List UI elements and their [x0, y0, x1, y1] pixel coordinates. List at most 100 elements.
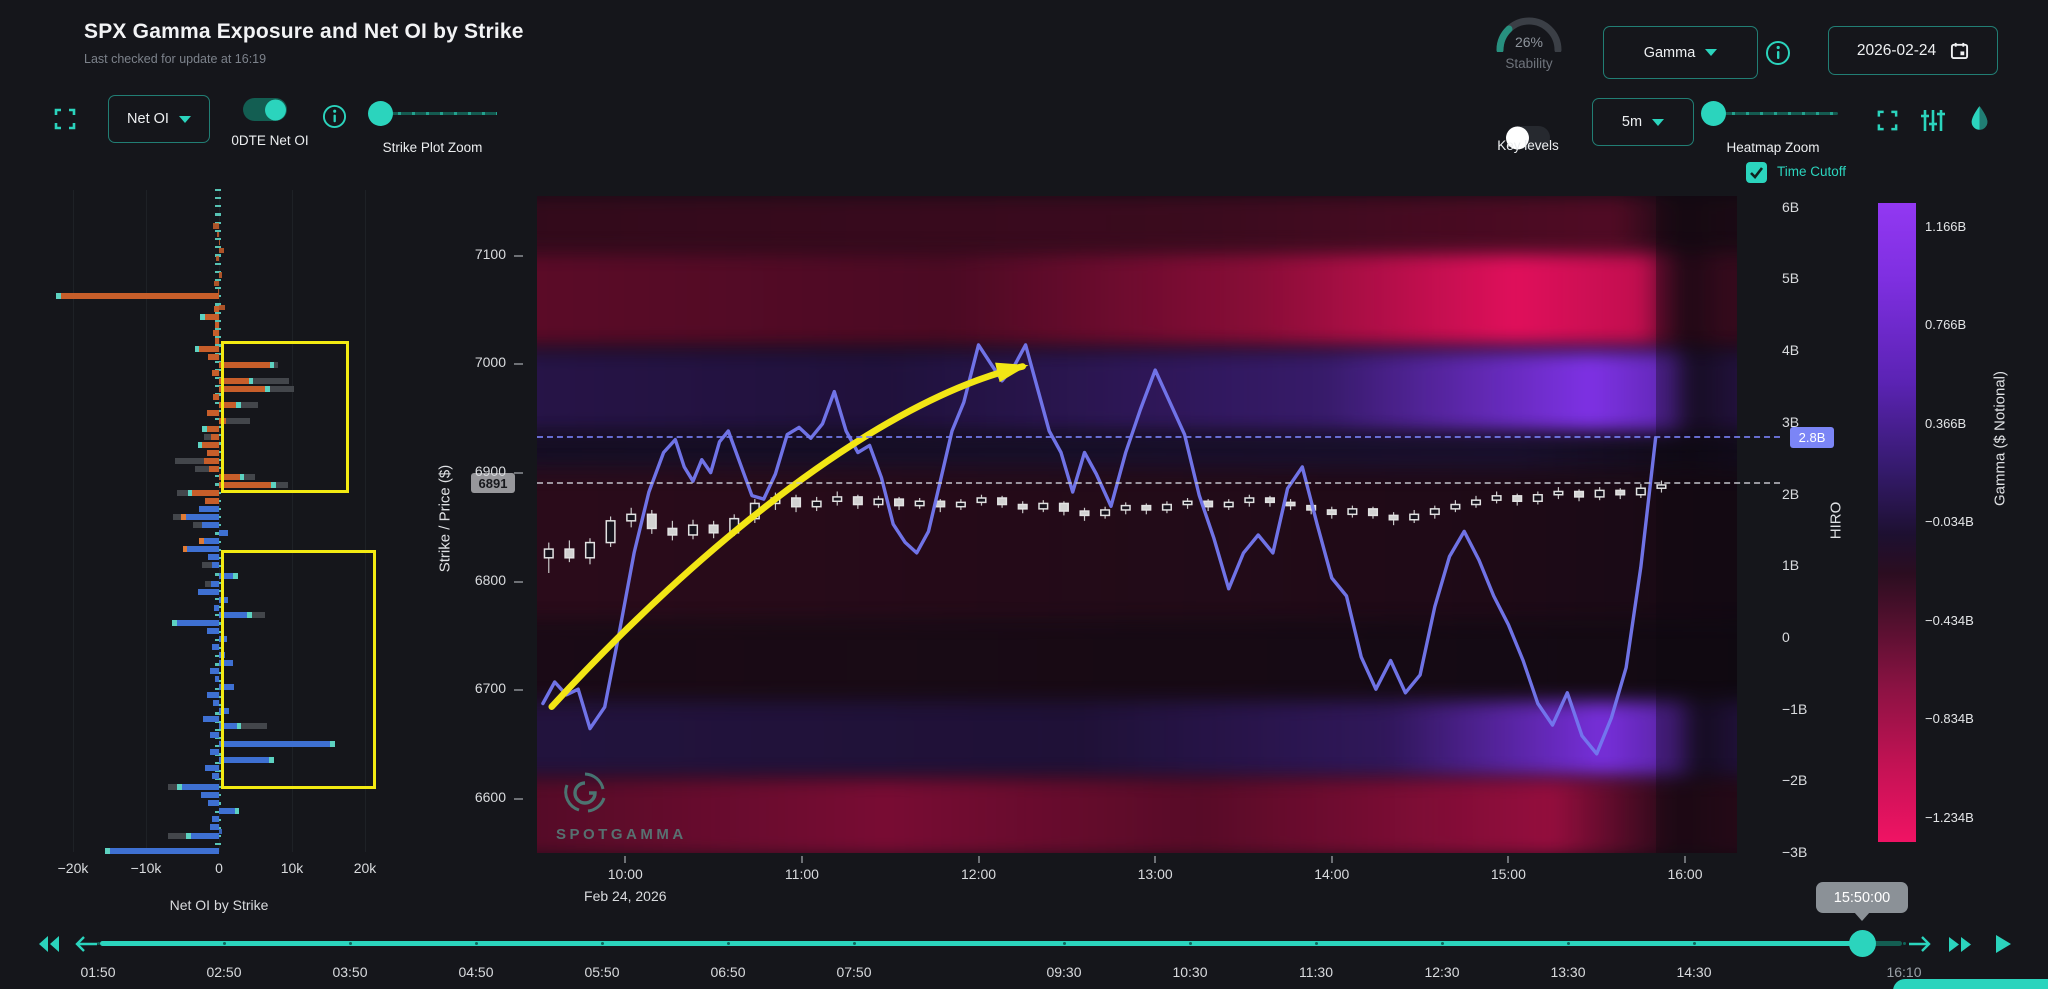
- metric-info-icon[interactable]: [1765, 40, 1791, 66]
- fast-forward-icon[interactable]: [1948, 936, 1974, 953]
- timeline-tick-dot: [96, 942, 100, 945]
- date-value: 2026-02-24: [1856, 41, 1937, 59]
- rewind-icon[interactable]: [38, 935, 60, 953]
- heatmap-zoom-label: Heatmap Zoom: [1726, 140, 1820, 155]
- strike-info-icon[interactable]: [322, 104, 347, 129]
- candle-body: [1367, 508, 1379, 517]
- candle-body: [1079, 510, 1090, 517]
- calendar-icon: [1951, 42, 1969, 60]
- netoi-bar: [203, 458, 219, 464]
- netoi-tick-label: 20k: [353, 860, 377, 876]
- netoi-zero-tick: [215, 188, 221, 192]
- timeline-tick-label: 11:30: [1299, 964, 1333, 980]
- netoi-bar: [213, 394, 219, 400]
- candle-body: [1038, 502, 1049, 510]
- price-tick-mark: [514, 798, 523, 801]
- time-cutoff-checkbox[interactable]: [1746, 162, 1767, 183]
- chevron-down-icon: [1652, 118, 1665, 126]
- interval-dropdown[interactable]: 5m: [1592, 98, 1694, 146]
- netoi-bar: [219, 828, 223, 834]
- strike-plot-zoom-thumb[interactable]: [368, 101, 393, 126]
- netoi-bar: [215, 256, 219, 262]
- heatmap-expand-icon[interactable]: [1876, 109, 1899, 132]
- hour-tick-label: 13:00: [1137, 866, 1173, 882]
- candle-body: [832, 496, 843, 503]
- strike-plot-expand-icon[interactable]: [53, 107, 77, 131]
- price-tick-mark: [514, 689, 523, 692]
- candle-body: [873, 498, 884, 506]
- live-button-partial[interactable]: [1893, 979, 2048, 989]
- netoi-bar: [213, 700, 219, 706]
- odte-netoi-toggle[interactable]: [243, 98, 287, 121]
- timeline-tick-label: 14:30: [1676, 964, 1712, 980]
- netoi-bar: [208, 354, 219, 360]
- timeline-tooltip-value: 15:50:00: [1833, 889, 1891, 906]
- timeline-thumb[interactable]: [1848, 930, 1876, 957]
- netoi-bar: [186, 833, 219, 839]
- heatmap-zoom-thumb[interactable]: [1701, 101, 1726, 126]
- hiro-tick-label: −2B: [1782, 772, 1808, 789]
- timeline-tick-label: 10:30: [1172, 964, 1208, 980]
- interval-dropdown-value: 5m: [1621, 114, 1643, 130]
- hour-tick-mark: [624, 856, 627, 863]
- highlight-box: [221, 550, 376, 789]
- heatmap-plot-area[interactable]: [537, 196, 1737, 853]
- hour-tick-mark: [1154, 856, 1157, 863]
- candle-body: [1615, 489, 1626, 496]
- hiro-tick-label: −1B: [1782, 700, 1808, 717]
- netoi-bar: [181, 514, 219, 520]
- price-tick-label: 7100: [474, 245, 506, 262]
- annotation-arrowhead: [995, 362, 1029, 383]
- netoi-bar: [210, 824, 219, 830]
- colorbar-axis-title: Gamma ($ Notional): [1991, 370, 2009, 507]
- last-checked-status: Last checked for update at 16:19: [84, 52, 267, 66]
- timeline-tick-label: 16:10: [1886, 964, 1922, 980]
- metric-dropdown-value: Gamma: [1643, 44, 1696, 61]
- candle-body: [1470, 499, 1482, 506]
- date-picker[interactable]: 2026-02-24: [1828, 26, 1998, 75]
- hour-tick-mark: [1684, 856, 1686, 863]
- netoi-bar: [207, 410, 219, 416]
- contrast-droplet-icon[interactable]: [1968, 105, 1991, 132]
- hiro-axis-title: HIRO: [1827, 501, 1845, 540]
- netoi-bar: [214, 676, 219, 682]
- candle-body: [852, 496, 863, 506]
- candle-body: [1058, 502, 1069, 512]
- timeline-tick-dot: [1188, 942, 1192, 945]
- hiro-tick-label: 6B: [1782, 198, 1800, 215]
- strike-metric-dropdown-value: Net OI: [127, 111, 169, 127]
- highlight-box: [221, 341, 349, 493]
- candle-body: [1532, 493, 1543, 503]
- timeline-track[interactable]: [100, 941, 1880, 946]
- candle-body: [1491, 495, 1502, 501]
- candle-body: [708, 524, 719, 534]
- spotgamma-dashboard: SPX Gamma Exposure and Net OI by Strike …: [0, 0, 2048, 989]
- netoi-bar-tip: [105, 848, 110, 854]
- netoi-tick-label: 0: [215, 860, 223, 876]
- candle-body: [1100, 509, 1111, 517]
- netoi-zero-tick: [215, 205, 221, 208]
- settings-sliders-icon[interactable]: [1920, 108, 1946, 133]
- metric-dropdown[interactable]: Gamma: [1603, 26, 1758, 79]
- candle-body: [1141, 504, 1152, 511]
- colorbar-tick-label: −0.434B: [1925, 612, 1974, 628]
- candle-body: [1017, 503, 1028, 510]
- step-forward-icon[interactable]: [1908, 935, 1932, 953]
- netoi-bar: [213, 223, 219, 229]
- stability-value: 26%: [1514, 34, 1544, 50]
- netoi-bar: [210, 581, 219, 587]
- netoi-bar-tip: [234, 808, 240, 814]
- netoi-bar: [210, 668, 219, 674]
- strike-metric-dropdown[interactable]: Net OI: [108, 95, 210, 143]
- timeline-tick-label: 12:30: [1424, 964, 1460, 980]
- timeline-tick-label: 02:50: [206, 964, 242, 980]
- candle-body: [997, 497, 1008, 506]
- netoi-tick-label: −20k: [57, 860, 89, 876]
- play-icon[interactable]: [1994, 934, 2012, 954]
- netoi-bar: [187, 490, 219, 496]
- spotgamma-watermark: SPOTGAMMA: [556, 826, 687, 843]
- timeline-tick-label: 06:50: [710, 964, 746, 980]
- step-back-icon[interactable]: [74, 935, 98, 953]
- candle-body: [1656, 484, 1667, 489]
- candle-body: [584, 541, 596, 559]
